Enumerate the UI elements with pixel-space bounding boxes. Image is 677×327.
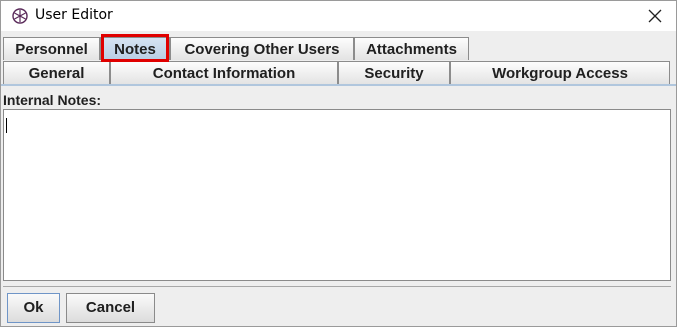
tab-notes[interactable]: Notes	[100, 37, 170, 60]
internal-notes-textarea[interactable]	[3, 109, 671, 281]
close-icon[interactable]	[644, 5, 666, 27]
window-title: User Editor	[35, 7, 113, 23]
internal-notes-label: Internal Notes:	[3, 92, 102, 108]
app-logo-icon	[12, 8, 28, 24]
user-editor-window: User Editor Personnel Notes Covering Oth…	[0, 0, 677, 327]
tab-contact-information[interactable]: Contact Information	[110, 61, 338, 84]
tab-workgroup-access[interactable]: Workgroup Access	[450, 61, 670, 84]
text-caret	[6, 118, 7, 133]
cancel-button[interactable]: Cancel	[66, 293, 155, 323]
tab-security[interactable]: Security	[338, 61, 450, 84]
tab-personnel[interactable]: Personnel	[3, 37, 100, 60]
ok-button[interactable]: Ok	[7, 293, 60, 323]
title-bar: User Editor	[1, 1, 676, 31]
tab-attachments[interactable]: Attachments	[354, 37, 469, 60]
tab-covering-other-users[interactable]: Covering Other Users	[170, 37, 354, 60]
tab-underline	[1, 84, 676, 86]
bottom-separator	[3, 286, 671, 287]
tab-general[interactable]: General	[3, 61, 110, 84]
